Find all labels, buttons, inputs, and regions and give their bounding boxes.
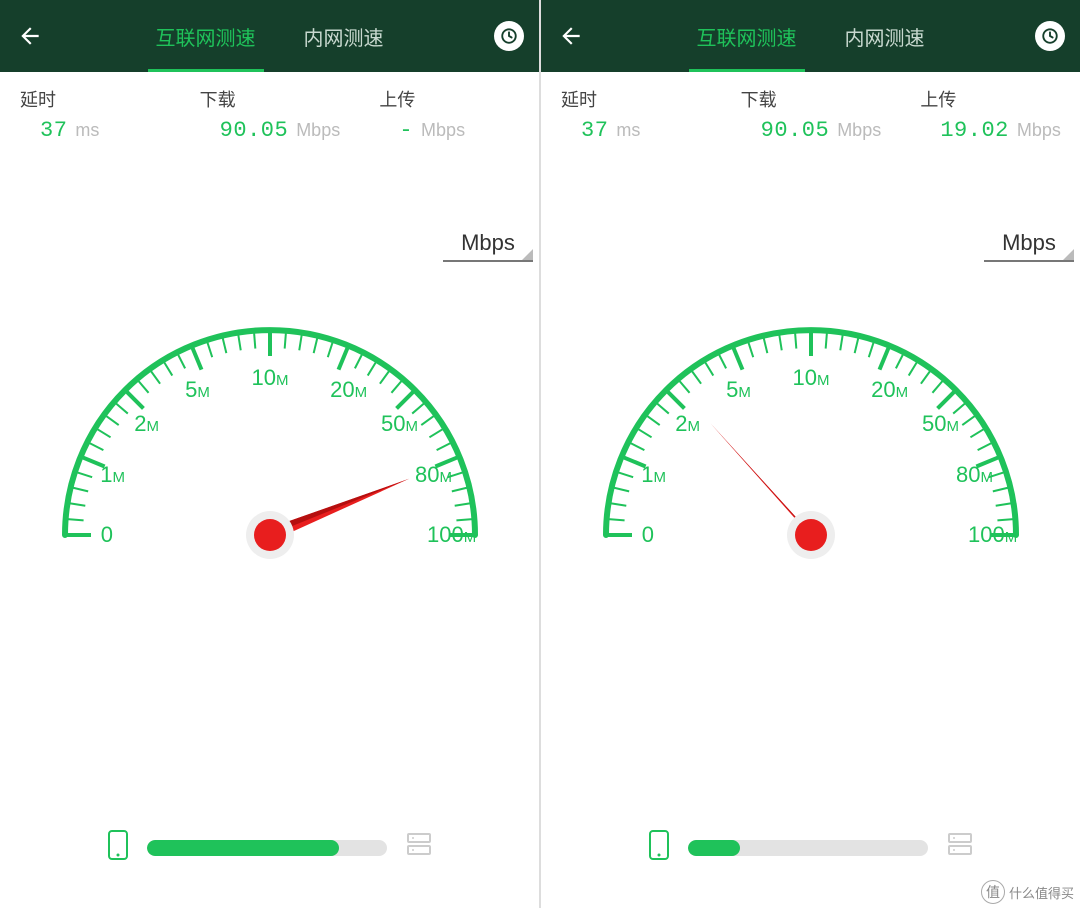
- progress-bar: [147, 840, 387, 856]
- progress-bar: [688, 840, 928, 856]
- server-icon: [405, 831, 433, 864]
- svg-text:20M: 20M: [871, 377, 908, 402]
- svg-text:0: 0: [641, 522, 653, 547]
- svg-text:1M: 1M: [100, 462, 125, 487]
- progress-fill-left: [147, 840, 339, 856]
- unit-selector[interactable]: Mbps: [984, 226, 1074, 262]
- left-panel: 互联网测速 内网测速 延时 37 ms 下载 90.05: [0, 0, 539, 908]
- download-label: 下载: [200, 86, 360, 112]
- download-unit: Mbps: [296, 120, 340, 141]
- gauge-svg: 0 1M 2M 5M 10M 20M 50M 80M 100M: [40, 290, 500, 630]
- watermark-text: 什么值得买: [1009, 883, 1074, 902]
- svg-text:80M: 80M: [956, 462, 993, 487]
- server-icon: [946, 831, 974, 864]
- header: 互联网测速 内网测速: [0, 0, 539, 72]
- latency-value: 37: [40, 118, 67, 143]
- svg-text:2M: 2M: [134, 411, 159, 436]
- latency-label: 延时: [561, 86, 721, 112]
- latency-unit: ms: [616, 120, 640, 141]
- speed-gauge: 0 1M 2M 5M 10M 20M 50M 80M 100M: [581, 290, 1041, 650]
- progress-row: [0, 829, 539, 866]
- download-value: 90.05: [220, 118, 289, 143]
- latency-value: 37: [581, 118, 608, 143]
- history-button[interactable]: [1020, 21, 1080, 51]
- header: 互联网测速 内网测速: [541, 0, 1080, 72]
- gauge-svg: 0 1M 2M 5M 10M 20M 50M 80M 100M: [581, 290, 1041, 630]
- progress-fill-right: [688, 840, 741, 856]
- stats-row: 延时 37 ms 下载 90.05 Mbps 上传 19.02 Mbps: [541, 72, 1080, 143]
- svg-text:1M: 1M: [641, 462, 666, 487]
- tab-internet[interactable]: 互联网测速: [152, 0, 260, 72]
- phone-icon: [107, 829, 129, 866]
- svg-text:80M: 80M: [415, 462, 452, 487]
- latency-unit: ms: [75, 120, 99, 141]
- stats-row: 延时 37 ms 下载 90.05 Mbps 上传 - Mbps: [0, 72, 539, 143]
- clock-icon: [494, 21, 524, 51]
- history-button[interactable]: [479, 21, 539, 51]
- svg-text:50M: 50M: [381, 411, 418, 436]
- progress-row: [541, 829, 1080, 866]
- phone-icon: [648, 829, 670, 866]
- back-button[interactable]: [541, 23, 601, 49]
- download-unit: Mbps: [837, 120, 881, 141]
- upload-label: 上传: [920, 86, 1080, 112]
- tab-lan[interactable]: 内网测速: [841, 0, 929, 72]
- svg-text:100M: 100M: [968, 522, 1017, 547]
- upload-unit: Mbps: [421, 120, 465, 141]
- svg-text:50M: 50M: [922, 411, 959, 436]
- unit-selector[interactable]: Mbps: [443, 226, 533, 262]
- speed-gauge: 0 1M 2M 5M 10M 20M 50M 80M 100M: [40, 290, 500, 650]
- tab-internet[interactable]: 互联网测速: [693, 0, 801, 72]
- svg-text:2M: 2M: [675, 411, 700, 436]
- download-label: 下载: [741, 86, 901, 112]
- watermark: 值 什么值得买: [981, 880, 1074, 904]
- latency-label: 延时: [20, 86, 180, 112]
- back-button[interactable]: [0, 23, 60, 49]
- upload-unit: Mbps: [1017, 120, 1061, 141]
- svg-text:5M: 5M: [185, 377, 210, 402]
- clock-icon: [1035, 21, 1065, 51]
- upload-value: 19.02: [940, 118, 1009, 143]
- upload-label: 上传: [379, 86, 539, 112]
- svg-text:20M: 20M: [330, 377, 367, 402]
- svg-text:100M: 100M: [427, 522, 476, 547]
- svg-text:10M: 10M: [251, 365, 288, 390]
- watermark-icon: 值: [981, 880, 1005, 904]
- svg-text:10M: 10M: [792, 365, 829, 390]
- tab-lan[interactable]: 内网测速: [300, 0, 388, 72]
- svg-text:5M: 5M: [726, 377, 751, 402]
- svg-text:0: 0: [100, 522, 112, 547]
- right-panel: 互联网测速 内网测速 延时 37 ms 下载 90.05: [541, 0, 1080, 908]
- download-value: 90.05: [761, 118, 830, 143]
- upload-value: -: [399, 118, 413, 143]
